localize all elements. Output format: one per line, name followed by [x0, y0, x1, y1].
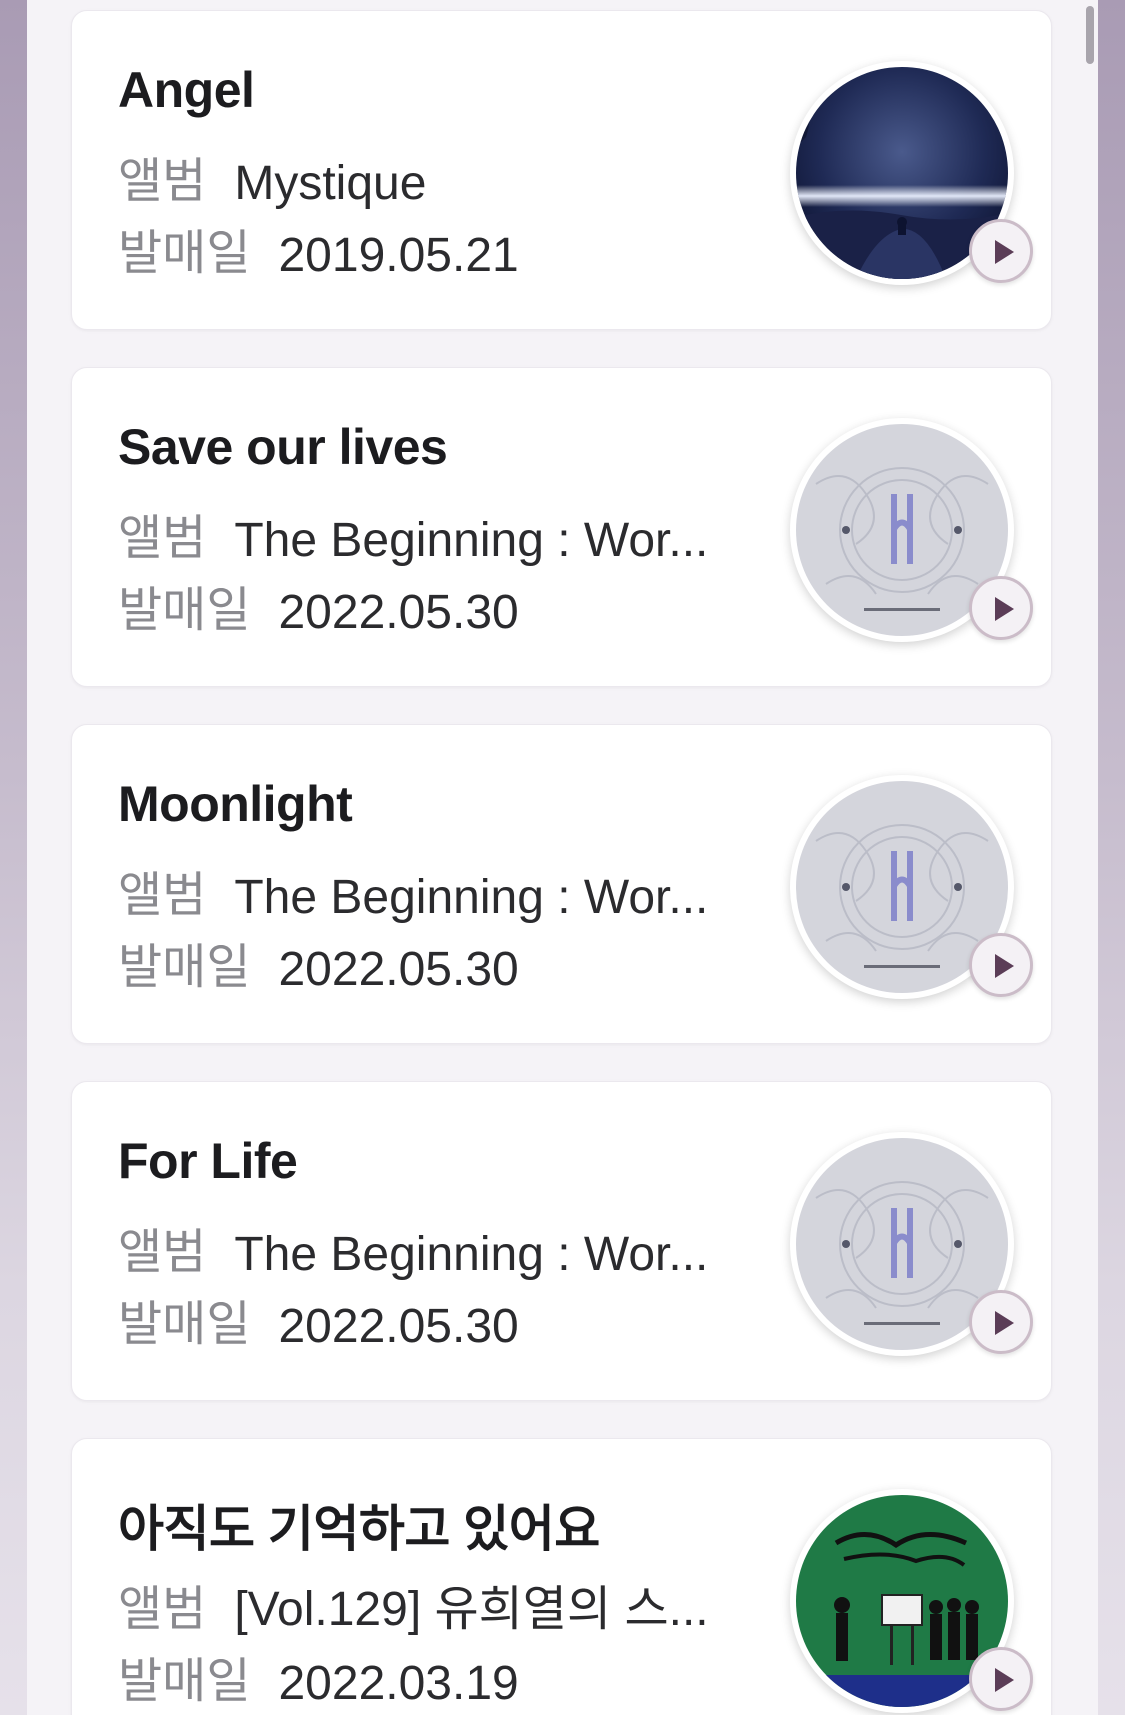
album-name: The Beginning : Wor...: [234, 871, 709, 924]
album-label: 앨범: [118, 512, 207, 565]
song-card[interactable]: 아직도 기억하고 있어요 앨범 [Vol.129] 유희열의 스... 발매일 20…: [71, 1438, 1052, 1715]
play-button[interactable]: [969, 576, 1033, 640]
play-button[interactable]: [969, 1647, 1033, 1711]
song-card[interactable]: For Life 앨범 The Beginning : Wor... 발매일 202…: [71, 1081, 1052, 1401]
song-card[interactable]: Save our lives 앨범 The Beginning : Wor... …: [71, 367, 1052, 687]
release-date: 2022.03.19: [278, 1657, 519, 1710]
album-row: 앨범 [Vol.129] 유희열의 스...: [118, 1569, 709, 1639]
album-row: 앨범 The Beginning : Wor...: [118, 498, 708, 568]
album-row: 앨범 The Beginning : Wor...: [118, 1212, 708, 1282]
release-date-label: 발매일: [118, 1298, 251, 1351]
play-icon: [995, 1668, 1014, 1692]
release-date: 2022.05.30: [278, 943, 519, 996]
release-date-row: 발매일 2019.05.21: [118, 213, 519, 283]
album-label: 앨범: [118, 869, 207, 922]
song-title: Save our lives: [118, 419, 448, 475]
album-label: 앨범: [118, 155, 207, 208]
song-title: 아직도 기억하고 있어요: [118, 1501, 600, 1557]
song-card[interactable]: Angel 앨범 Mystique 발매일 2019.05.21: [71, 10, 1052, 330]
play-icon: [995, 1311, 1014, 1335]
release-date-label: 발매일: [118, 941, 251, 994]
scrollbar-thumb[interactable]: [1086, 6, 1094, 64]
album-name: [Vol.129] 유희열의 스...: [234, 1583, 709, 1636]
release-date: 2022.05.30: [278, 1300, 519, 1353]
play-button[interactable]: [969, 1290, 1033, 1354]
release-date-row: 발매일 2022.05.30: [118, 927, 519, 997]
song-title: Angel: [118, 62, 255, 118]
album-row: 앨범 The Beginning : Wor...: [118, 855, 708, 925]
release-date: 2019.05.21: [278, 229, 519, 282]
release-date-label: 발매일: [118, 584, 251, 637]
album-name: The Beginning : Wor...: [234, 1228, 709, 1281]
song-card[interactable]: Moonlight 앨범 The Beginning : Wor... 발매일 20…: [71, 724, 1052, 1044]
album-name: The Beginning : Wor...: [234, 514, 709, 567]
play-button[interactable]: [969, 219, 1033, 283]
release-date-row: 발매일 2022.05.30: [118, 1284, 519, 1354]
release-date-row: 발매일 2022.03.19: [118, 1641, 519, 1711]
release-date-row: 발매일 2022.05.30: [118, 570, 519, 640]
song-title: For Life: [118, 1133, 298, 1189]
release-date-label: 발매일: [118, 227, 251, 280]
song-title: Moonlight: [118, 776, 353, 832]
album-label: 앨범: [118, 1583, 207, 1636]
play-icon: [995, 954, 1014, 978]
play-icon: [995, 597, 1014, 621]
release-date: 2022.05.30: [278, 586, 519, 639]
album-row: 앨범 Mystique: [118, 141, 426, 211]
play-button[interactable]: [969, 933, 1033, 997]
song-list-panel: Angel 앨범 Mystique 발매일 2019.05.21 Save ou…: [27, 0, 1098, 1715]
album-name: Mystique: [234, 157, 427, 210]
album-label: 앨범: [118, 1226, 207, 1279]
play-icon: [995, 240, 1014, 264]
release-date-label: 발매일: [118, 1655, 251, 1708]
